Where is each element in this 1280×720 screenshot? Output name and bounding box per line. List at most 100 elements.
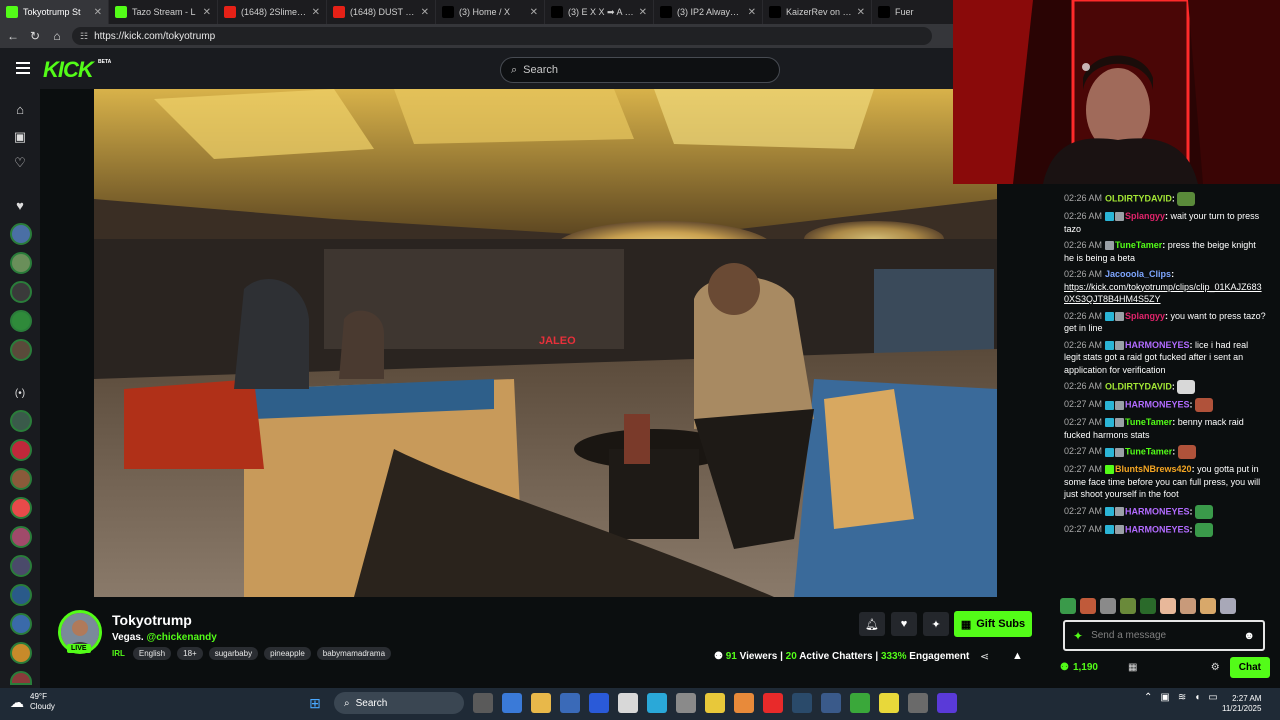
sidebar-channel-avatar[interactable] bbox=[10, 526, 32, 548]
video-player[interactable]: JALEO bbox=[94, 89, 997, 597]
sidebar-channel-avatar[interactable] bbox=[10, 497, 32, 519]
browser-tab[interactable]: (3) IP2 Always Wins ✕ bbox=[654, 0, 763, 24]
back-icon[interactable]: ← bbox=[6, 29, 20, 43]
search-input[interactable]: Search bbox=[523, 64, 558, 76]
category-link[interactable]: IRL bbox=[112, 649, 125, 658]
emote-icon[interactable] bbox=[1100, 598, 1116, 614]
sparkle-icon[interactable]: ✦ bbox=[1073, 629, 1083, 643]
browser-tab[interactable]: (1648) 2Slimey- Ve ✕ bbox=[218, 0, 327, 24]
search-bar[interactable]: ⌕ Search bbox=[500, 57, 780, 83]
channel-points[interactable]: ⚉ 1,190 bbox=[1060, 662, 1122, 673]
emote-icon[interactable] bbox=[1200, 598, 1216, 614]
chrome-icon[interactable] bbox=[705, 693, 725, 713]
amazon-icon[interactable] bbox=[618, 693, 638, 713]
emoji-icon[interactable]: ☻ bbox=[1243, 630, 1255, 642]
sidebar-channel-avatar[interactable] bbox=[10, 613, 32, 635]
close-tab-icon[interactable]: ✕ bbox=[639, 7, 647, 18]
close-tab-icon[interactable]: ✕ bbox=[421, 7, 429, 18]
chat-username[interactable]: Splangyy bbox=[1125, 311, 1165, 321]
gift-subs-button[interactable]: ▦ Gift Subs bbox=[954, 611, 1032, 637]
chat-username[interactable]: HARMONEYES bbox=[1125, 524, 1190, 534]
emote-icon[interactable] bbox=[1220, 598, 1236, 614]
emote-icon[interactable] bbox=[1160, 598, 1176, 614]
gift-icon[interactable]: ▦ bbox=[1128, 662, 1137, 673]
chat-username[interactable]: TuneTamer bbox=[1115, 240, 1162, 250]
chat-username[interactable]: TuneTamer bbox=[1125, 446, 1172, 456]
tray-app-icon[interactable]: ▣ bbox=[1160, 692, 1169, 703]
menu-icon[interactable] bbox=[16, 62, 30, 74]
chevron-up-icon[interactable]: ⌃ bbox=[1144, 692, 1152, 703]
sidebar-channel-avatar[interactable] bbox=[10, 555, 32, 577]
stream-tag[interactable]: 18+ bbox=[177, 647, 203, 660]
sidebar-channel-avatar[interactable] bbox=[10, 339, 32, 361]
stream-tag[interactable]: babymamadrama bbox=[316, 647, 392, 660]
taskbar-clock[interactable]: 2:27 AM 11/21/2025 bbox=[1222, 694, 1261, 714]
browser-tab[interactable]: Tazo Stream - L ✕ bbox=[109, 0, 218, 24]
battery-icon[interactable]: ▭ bbox=[1208, 692, 1217, 703]
chat-username[interactable]: BluntsNBrews420 bbox=[1115, 464, 1192, 474]
browser-tab[interactable]: Tokyotrump St ✕ bbox=[0, 0, 109, 24]
chat-username[interactable]: OLDIRTYDAVID bbox=[1105, 193, 1172, 203]
sidebar-channel-avatar[interactable] bbox=[10, 642, 32, 664]
close-tab-icon[interactable]: ✕ bbox=[312, 7, 320, 18]
sticky-notes-icon[interactable] bbox=[879, 693, 899, 713]
youtube-icon[interactable] bbox=[763, 693, 783, 713]
obs-icon[interactable] bbox=[908, 693, 928, 713]
taskbar-search[interactable]: ⌕ Search bbox=[334, 692, 464, 714]
browser-tab[interactable]: (3) Home / X ✕ bbox=[436, 0, 545, 24]
reload-icon[interactable]: ↻ bbox=[28, 29, 42, 43]
sidebar-channel-avatar[interactable] bbox=[10, 584, 32, 606]
chat-username[interactable]: HARMONEYES bbox=[1125, 340, 1190, 350]
sidebar-channel-avatar[interactable] bbox=[10, 410, 32, 432]
home-icon[interactable]: ⌂ bbox=[50, 29, 64, 43]
close-tab-icon[interactable]: ✕ bbox=[857, 7, 865, 18]
close-tab-icon[interactable]: ✕ bbox=[94, 7, 102, 18]
windows-start-icon[interactable]: ⊞ bbox=[305, 693, 325, 713]
chat-username[interactable]: Splangyy bbox=[1125, 211, 1165, 221]
chat-username[interactable]: OLDIRTYDAVID bbox=[1105, 381, 1172, 391]
sidebar-channel-avatar[interactable] bbox=[10, 223, 32, 245]
wifi-icon[interactable]: ≋ bbox=[1178, 692, 1186, 703]
app-icon[interactable] bbox=[937, 693, 957, 713]
copilot-icon[interactable] bbox=[502, 693, 522, 713]
file-explorer-icon[interactable] bbox=[531, 693, 551, 713]
vlc-icon[interactable] bbox=[734, 693, 754, 713]
stream-tag[interactable]: pineapple bbox=[264, 647, 311, 660]
sidebar-channel-avatar[interactable] bbox=[10, 310, 32, 332]
close-tab-icon[interactable]: ✕ bbox=[748, 7, 756, 18]
calculator-icon[interactable] bbox=[676, 693, 696, 713]
share-icon[interactable]: ⋖ bbox=[980, 650, 989, 663]
chat-input[interactable]: ✦ Send a message ☻ bbox=[1063, 620, 1265, 651]
stream-tag[interactable]: sugarbaby bbox=[208, 647, 259, 660]
emote-icon[interactable] bbox=[1140, 598, 1156, 614]
emote-icon[interactable] bbox=[1180, 598, 1196, 614]
sidebar-channel-avatar[interactable] bbox=[10, 252, 32, 274]
browser-tab[interactable]: (1648) DUST - YouT ✕ bbox=[327, 0, 436, 24]
browser-tab[interactable]: Fuer✕ bbox=[872, 0, 953, 24]
close-tab-icon[interactable]: ✕ bbox=[530, 7, 538, 18]
chat-username[interactable]: Jacooola_Clips bbox=[1105, 269, 1171, 279]
sidebar-channel-avatar[interactable] bbox=[10, 468, 32, 490]
chat-username[interactable]: TuneTamer bbox=[1125, 417, 1172, 427]
report-warning-icon[interactable]: ▲ bbox=[1012, 650, 1023, 662]
following-icon[interactable]: ♡ bbox=[12, 155, 28, 171]
send-chat-button[interactable]: Chat bbox=[1229, 656, 1270, 678]
address-bar[interactable]: ☷ https://kick.com/tokyotrump bbox=[72, 27, 932, 45]
store-icon[interactable] bbox=[560, 693, 580, 713]
emote-icon[interactable] bbox=[1060, 598, 1076, 614]
weather-widget[interactable]: ☁ 49°F Cloudy bbox=[10, 692, 55, 712]
close-tab-icon[interactable]: ✕ bbox=[203, 7, 211, 18]
chat-username[interactable]: HARMONEYES bbox=[1125, 506, 1190, 516]
steam-icon[interactable] bbox=[792, 693, 812, 713]
task-view-icon[interactable] bbox=[473, 693, 493, 713]
emote-icon[interactable] bbox=[1080, 598, 1096, 614]
sidebar-channel-avatar[interactable] bbox=[10, 281, 32, 303]
chat-username[interactable]: HARMONEYES bbox=[1125, 399, 1190, 409]
browse-icon[interactable]: ▣ bbox=[12, 129, 28, 145]
browser-tab[interactable]: (3) E X X ➡ A L E R T ✕ bbox=[545, 0, 654, 24]
follow-heart-icon[interactable]: ♥ bbox=[891, 612, 917, 636]
browser-tab[interactable]: KaizerRev on X: "Ch ✕ bbox=[763, 0, 872, 24]
home-icon[interactable]: ⌂ bbox=[12, 102, 28, 118]
site-info-icon[interactable]: ☷ bbox=[80, 31, 88, 42]
volume-icon[interactable]: ◖ bbox=[1194, 692, 1200, 703]
